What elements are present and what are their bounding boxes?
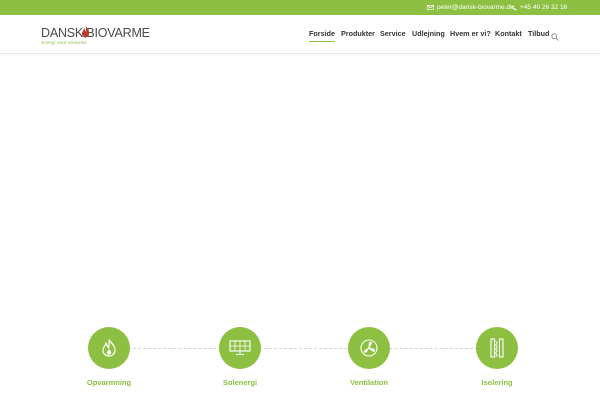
email-link[interactable]: peter@dansk-biovarme.dk [427,0,513,15]
logo-flame-icon [81,25,90,38]
feature-solenergi[interactable]: Solenergi [200,327,280,387]
nav-item-service[interactable]: Service [380,15,406,54]
feature-isolering[interactable]: Isolering [457,327,537,387]
nav-item-forside[interactable]: Forside [309,15,335,54]
logo-wordmark: DANSK BIOVARME [41,26,150,40]
email-text: peter@dansk-biovarme.dk [437,4,514,11]
feature-icon-circle[interactable] [476,327,518,369]
flame-icon [102,339,116,357]
feature-connector-line [108,348,493,349]
search-button[interactable] [551,28,561,41]
insulation-icon [490,338,504,358]
feature-icon-circle[interactable] [348,327,390,369]
fan-icon [360,339,378,357]
nav-item-udlejning[interactable]: Udlejning [412,15,445,54]
feature-label[interactable]: Opvarmning [69,378,149,387]
feature-ventilation[interactable]: Ventilation [329,327,409,387]
top-contact-bar: peter@dansk-biovarme.dk +45 40 26 32 16 [0,0,600,15]
phone-icon [512,4,517,11]
feature-label[interactable]: Ventilation [329,378,409,387]
nav-item-hvem-er-vi[interactable]: Hvem er vi? [450,15,491,54]
feature-opvarmning[interactable]: Opvarmning [69,327,149,387]
logo-tagline: Energi med omtanke [41,40,87,45]
site-logo[interactable]: DANSK BIOVARME Energi med omtanke [41,23,153,51]
nav-item-tilbud[interactable]: Tilbud [528,15,549,54]
feature-label[interactable]: Isolering [457,378,537,387]
feature-icon-circle[interactable] [219,327,261,369]
nav-item-produkter[interactable]: Produkter [341,15,375,54]
search-icon [551,33,559,41]
phone-link[interactable]: +45 40 26 32 16 [512,0,567,15]
envelope-icon [427,5,434,10]
feature-label[interactable]: Solenergi [200,378,280,387]
feature-icon-circle[interactable] [88,327,130,369]
phone-text: +45 40 26 32 16 [520,4,568,11]
solar-panel-icon [229,340,251,356]
nav-item-kontakt[interactable]: Kontakt [495,15,522,54]
